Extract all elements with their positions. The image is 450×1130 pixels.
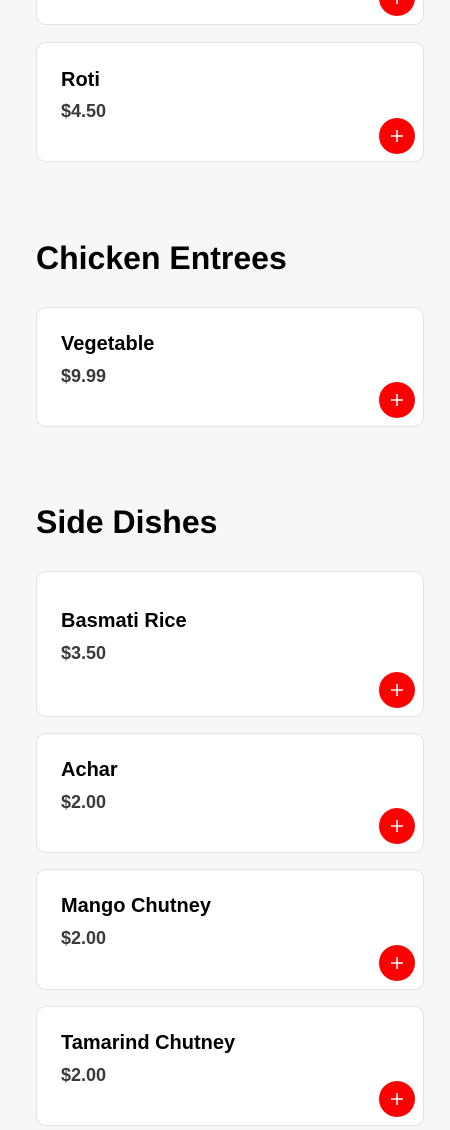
item-name: Achar [61, 759, 118, 781]
item-name: Vegetable [61, 333, 155, 355]
plus-icon [391, 820, 403, 832]
plus-icon [391, 684, 403, 696]
item-price: $2.00 [61, 928, 107, 948]
add-item-button[interactable] [379, 945, 415, 981]
add-item-button[interactable] [379, 382, 415, 418]
item-name: Mango Chutney [61, 895, 211, 917]
plus-icon [396, 0, 398, 4]
plus-icon [391, 130, 403, 142]
plus-icon [391, 394, 403, 406]
item-name: Basmati Rice [61, 610, 187, 632]
section-title: Chicken Entrees [36, 240, 287, 276]
add-item-button[interactable] [379, 808, 415, 844]
section-title: Side Dishes [36, 504, 218, 540]
plus-icon [391, 957, 403, 969]
menu-item-card [36, 0, 424, 25]
menu-item-card: Vegetable $9.99 [36, 307, 424, 427]
item-price: $9.99 [61, 366, 107, 386]
item-price: $4.50 [61, 101, 107, 121]
menu-item-card: Mango Chutney $2.00 [36, 869, 424, 990]
add-item-button[interactable] [379, 118, 415, 154]
menu-item-card: Basmati Rice $3.50 [36, 571, 424, 717]
item-name: Tamarind Chutney [61, 1032, 236, 1054]
add-item-button[interactable] [379, 1081, 415, 1117]
add-item-button[interactable] [379, 672, 415, 708]
plus-icon [391, 1093, 403, 1105]
add-item-button[interactable] [379, 0, 415, 16]
item-name: Roti [61, 69, 100, 91]
menu-item-card: Achar $2.00 [36, 733, 424, 853]
menu-item-card: Tamarind Chutney $2.00 [36, 1006, 424, 1126]
item-price: $2.00 [61, 1065, 107, 1085]
item-price: $3.50 [61, 643, 107, 663]
menu-item-card: Roti $4.50 [36, 42, 424, 162]
item-price: $2.00 [61, 792, 107, 812]
